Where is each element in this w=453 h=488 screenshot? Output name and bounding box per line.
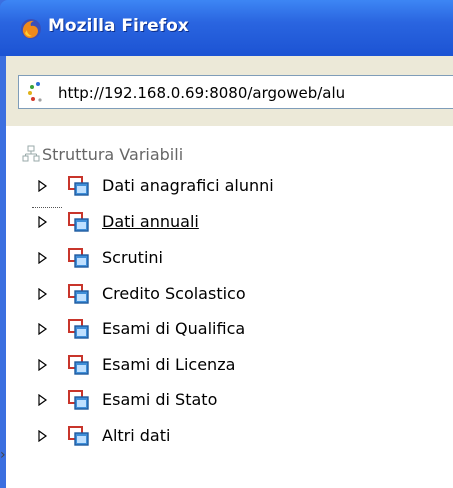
tree-item-label: Esami di Licenza (102, 355, 236, 374)
folder-window-icon (68, 426, 89, 446)
tree-root-icon (22, 145, 40, 162)
tree-root-label: Struttura Variabili (42, 145, 184, 164)
triangle-right-icon[interactable] (38, 180, 48, 192)
tree-item-label: Altri dati (102, 426, 171, 445)
edge-artifact: › (0, 447, 6, 463)
tree-item-label: Scrutini (102, 248, 163, 267)
triangle-right-icon[interactable] (38, 252, 48, 264)
tree-item-label: Credito Scolastico (102, 284, 246, 303)
triangle-right-icon[interactable] (38, 288, 48, 300)
folder-window-icon (68, 319, 89, 339)
firefox-icon (21, 19, 41, 39)
triangle-right-icon[interactable] (38, 323, 48, 335)
tree-item-label: Dati annuali (102, 212, 199, 231)
folder-window-icon (68, 212, 89, 232)
folder-window-icon (68, 248, 89, 268)
title-bar[interactable]: Mozilla Firefox (0, 0, 453, 56)
triangle-right-icon[interactable] (38, 430, 48, 442)
folder-window-icon (68, 176, 89, 196)
tree-item-label: Esami di Qualifica (102, 319, 246, 338)
url-text[interactable]: http://192.168.0.69:8080/argoweb/alu (58, 84, 453, 102)
triangle-right-icon[interactable] (38, 359, 48, 371)
page-loading-icon (28, 82, 42, 102)
browser-window: Mozilla Firefox http://192.168.0.69:8080… (0, 0, 453, 488)
tree-item-label: Dati anagrafici alunni (102, 176, 274, 195)
folder-window-icon (68, 390, 89, 410)
focus-dotted-line (32, 207, 62, 208)
folder-window-icon (68, 355, 89, 375)
folder-window-icon (68, 284, 89, 304)
window-title: Mozilla Firefox (48, 16, 189, 36)
triangle-right-icon[interactable] (38, 394, 48, 406)
tree-item-label: Esami di Stato (102, 390, 218, 409)
triangle-right-icon[interactable] (38, 216, 48, 228)
